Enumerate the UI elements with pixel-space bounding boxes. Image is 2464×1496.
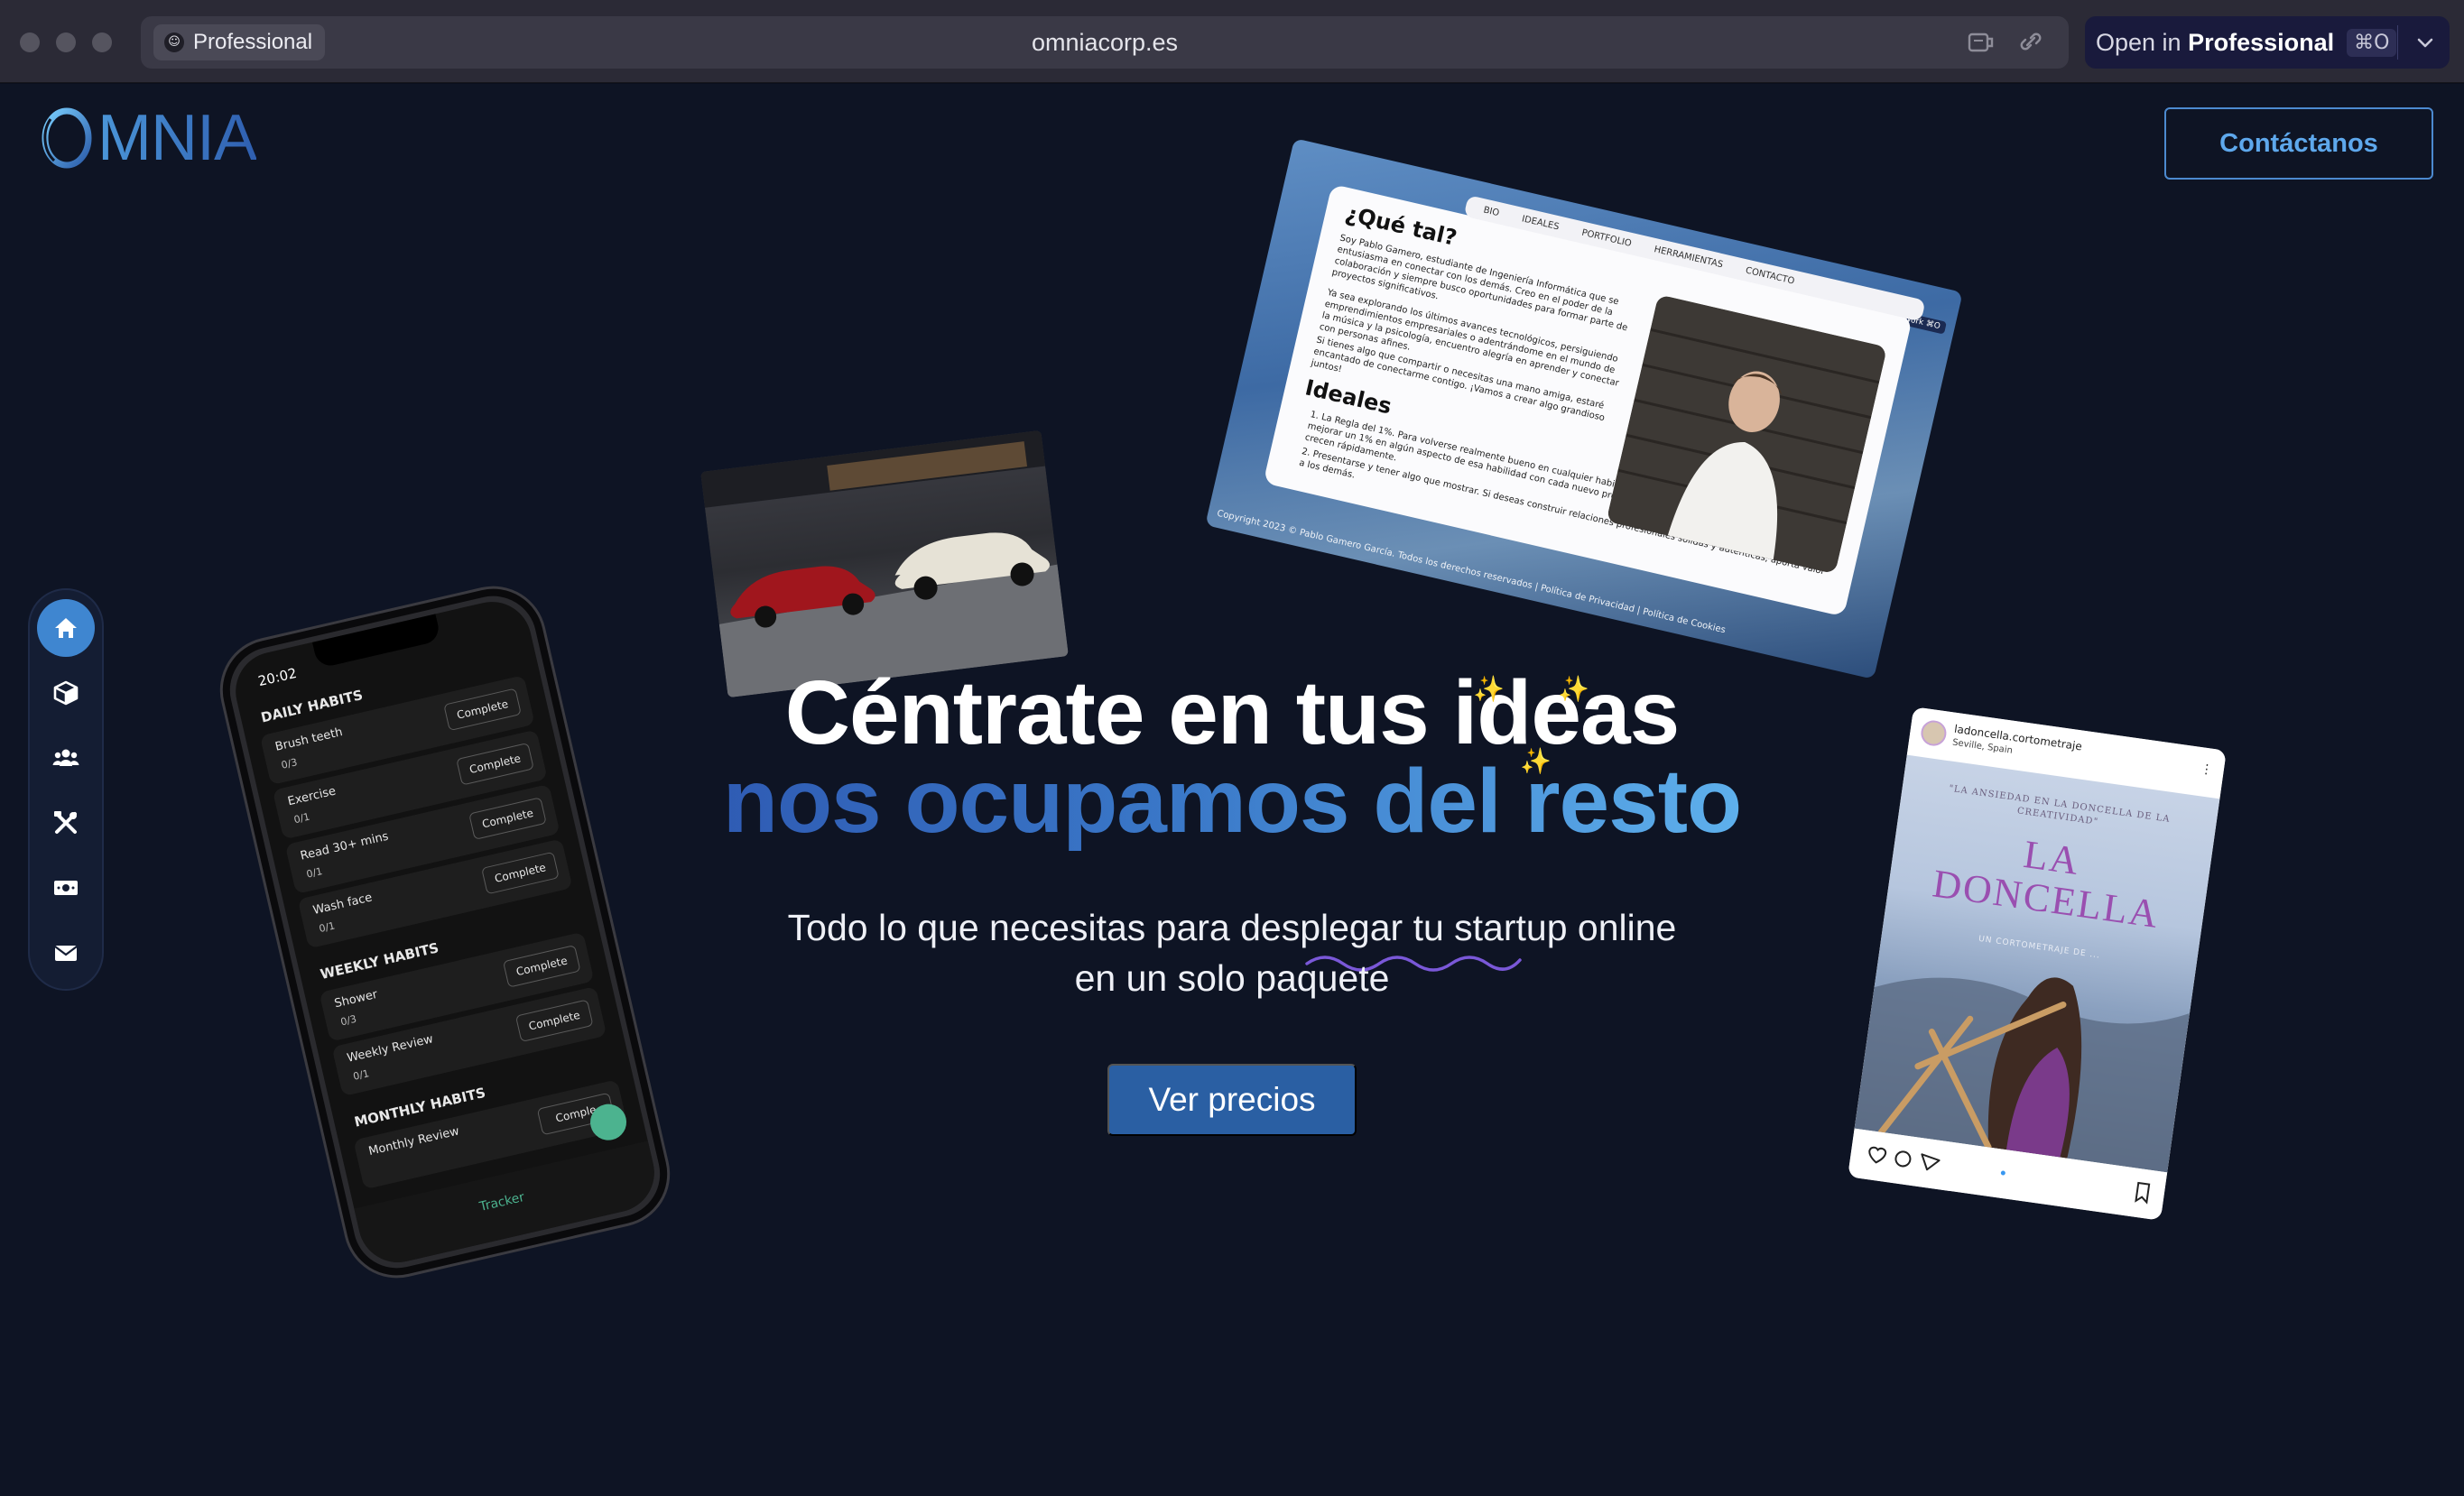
chevron-down-icon[interactable] bbox=[2412, 29, 2439, 56]
habit-progress: 0/3 bbox=[339, 1012, 358, 1029]
website-content-panel: BIO IDEALES PORTFOLIO HERRAMIENTAS CONTA… bbox=[1263, 183, 1926, 617]
complete-button: Complete bbox=[514, 999, 594, 1043]
sparkle-icon: ✨ bbox=[1558, 674, 1589, 704]
open-in-shortcut: ⌘O bbox=[2347, 28, 2397, 57]
hero-subtitle: nos ocupamos del resto bbox=[0, 756, 2464, 846]
zoom-window-button[interactable] bbox=[92, 32, 112, 52]
logo-wordmark: MNIA bbox=[97, 102, 257, 174]
tagline-line-1: Todo lo que necesitas para desplegar tu … bbox=[787, 907, 1677, 948]
tracker-tab-label: Tracker bbox=[477, 1189, 526, 1214]
website-tab: IDEALES bbox=[1521, 213, 1561, 232]
classic-cars-photo bbox=[700, 429, 1069, 698]
habit-progress: 0/1 bbox=[305, 865, 324, 881]
comment-icon bbox=[1894, 1150, 1912, 1168]
copy-link-icon[interactable] bbox=[2015, 29, 2045, 56]
website-tab: CONTACTO bbox=[1744, 265, 1796, 287]
website-tab: BIO bbox=[1482, 204, 1501, 218]
tagline-line-2: en un solo paquete bbox=[1074, 957, 1390, 999]
nav-home[interactable] bbox=[37, 599, 95, 657]
contact-button[interactable]: Contáctanos bbox=[2164, 107, 2433, 180]
web-page: MNIA Contáctanos 20:02 DAILY HABITS Brus… bbox=[0, 84, 2464, 1496]
open-in-label: Open in Professional bbox=[2096, 28, 2335, 56]
phone-notch bbox=[311, 614, 442, 670]
heart-icon bbox=[1868, 1146, 1887, 1164]
bookmark-icon bbox=[2135, 1181, 2151, 1205]
share-icon bbox=[1921, 1153, 1941, 1171]
habit-progress: 0/1 bbox=[352, 1067, 371, 1083]
habit-name: Monthly Review bbox=[366, 1124, 461, 1159]
hero-subtitle-text: nos ocupamos del resto bbox=[722, 751, 1742, 852]
logo-o-mark bbox=[42, 107, 92, 169]
browser-toolbar: ☺ Professional omniacorp.es Open in Prof… bbox=[0, 0, 2464, 83]
minimize-window-button[interactable] bbox=[56, 32, 76, 52]
omnia-logo[interactable]: MNIA bbox=[38, 102, 257, 174]
url-text[interactable]: omniacorp.es bbox=[141, 29, 2069, 57]
close-window-button[interactable] bbox=[20, 32, 40, 52]
hero-title: Céntrate en tus ideas bbox=[784, 662, 1680, 763]
sparkle-icon: ✨ bbox=[1520, 746, 1552, 776]
sparkle-icon: ✨ bbox=[1473, 674, 1505, 704]
habit-name: Weekly Review bbox=[346, 1032, 435, 1066]
money-icon bbox=[54, 881, 78, 895]
website-tab: HERRAMIENTAS bbox=[1653, 244, 1725, 270]
site-settings-icon[interactable] bbox=[1966, 29, 1996, 56]
complete-button: Complete bbox=[481, 851, 560, 895]
open-in-profile-button[interactable]: Open in Professional ⌘O bbox=[2085, 16, 2450, 69]
website-tab: PORTFOLIO bbox=[1580, 227, 1633, 249]
home-icon bbox=[55, 618, 77, 638]
divider bbox=[2397, 25, 2398, 60]
view-pricing-button[interactable]: Ver precios bbox=[1107, 1064, 1357, 1136]
address-bar[interactable]: ☺ Professional omniacorp.es bbox=[141, 16, 2069, 69]
portfolio-website-preview: Open in Work ⌘O BIO IDEALES PORTFOLIO HE… bbox=[1205, 138, 1963, 679]
